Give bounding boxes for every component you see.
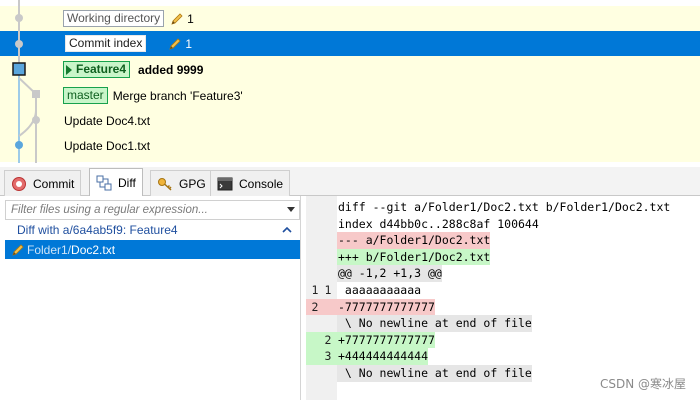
diff-line-text: index d44bb0c..288c8af 100644 [338, 216, 539, 231]
line-numbers: 11 [306, 282, 337, 299]
diff-line-text: -7777777777777 [337, 298, 435, 316]
line-numbers [306, 365, 337, 382]
commit-message: Update Doc4.txt [64, 113, 151, 128]
current-branch-arrow-icon [66, 64, 72, 75]
tab-label: Diff [118, 176, 136, 190]
modified-file-icon [12, 243, 24, 256]
working-directory-label: Working directory [63, 10, 165, 27]
branch-label-master[interactable]: master [63, 87, 108, 104]
line-numbers [306, 265, 337, 282]
graph-row-commit-index[interactable]: Commit index 1 [0, 31, 700, 56]
commit-index-label: Commit index [65, 35, 147, 52]
branch-name: Feature4 [76, 62, 127, 76]
line-numbers: 3 [306, 348, 337, 365]
diff-line-text: @@ -1,2 +1,3 @@ [337, 265, 442, 282]
tab-label: GPG [179, 176, 206, 191]
filter-dropdown-button[interactable] [284, 201, 298, 219]
line-numbers: 2 [306, 331, 337, 349]
diff-group-label: Diff with a/6a4ab5f9: Feature4 [17, 223, 178, 237]
old-line-number: 2 [311, 299, 319, 314]
file-directory: Folder1/ [27, 242, 72, 257]
graph-row-commit[interactable]: Update Doc4.txt [0, 108, 700, 133]
diff-line-text: +++ b/Folder1/Doc2.txt [337, 248, 491, 266]
file-name: Doc2.txt [71, 242, 116, 257]
new-line-number: 3 [324, 349, 332, 364]
tab-commit[interactable]: Commit [4, 170, 82, 196]
file-filter-box[interactable] [5, 200, 300, 220]
graph-row-commit[interactable]: Update Doc1.txt [0, 133, 700, 158]
tab-console[interactable]: Console [210, 170, 291, 196]
graph-row-commit[interactable]: Feature4 added 9999 [0, 57, 700, 82]
tab-label: Commit [33, 176, 75, 191]
line-numbers [306, 249, 337, 266]
line-numbers [306, 199, 337, 216]
working-directory-count: 1 [187, 11, 194, 26]
line-numbers [306, 216, 337, 233]
line-numbers: 2 [306, 298, 337, 316]
old-line-number: 1 [311, 283, 319, 297]
diff-viewer[interactable]: diff --git a/Folder1/Doc2.txt b/Folder1/… [306, 196, 700, 400]
chevron-up-icon[interactable] [280, 223, 294, 237]
branch-label-feature4[interactable]: Feature4 [63, 61, 131, 78]
file-filter-input[interactable] [6, 201, 284, 219]
line-numbers [306, 315, 337, 332]
graph-row-commit[interactable]: master Merge branch 'Feature3' [0, 83, 700, 108]
watermark: CSDN @寒冰屋 [599, 377, 686, 391]
file-list-item[interactable]: Folder1/ Doc2.txt [5, 240, 300, 259]
diff-line-text: diff --git a/Folder1/Doc2.txt b/Folder1/… [338, 200, 671, 214]
revision-graph: Working directory 1 Commit index 1 Featu… [0, 0, 700, 163]
pencil-icon [169, 37, 181, 50]
diff-line-text: aaaaaaaaaaa [338, 283, 422, 297]
new-line-number: 1 [324, 283, 332, 297]
bottom-tabstrip: Commit Diff GPG Console [0, 167, 700, 197]
diff-line-text: +7777777777777 [337, 331, 435, 349]
console-icon [217, 177, 233, 190]
changed-files-pane: Diff with a/6a4ab5f9: Feature4 Folder1/ … [0, 196, 301, 400]
tab-label: Console [239, 176, 284, 191]
diff-icon [96, 175, 112, 191]
commit-icon [12, 176, 26, 191]
key-icon [158, 177, 172, 191]
graph-lanes [12, 0, 40, 163]
commit-message: Merge branch 'Feature3' [112, 88, 243, 103]
chevron-down-icon [287, 207, 295, 212]
tab-diff[interactable]: Diff [89, 168, 143, 197]
line-numbers [306, 232, 337, 249]
commit-message: Update Doc1.txt [64, 138, 151, 153]
tab-gpg[interactable]: GPG [150, 170, 213, 196]
commit-message: added 9999 [138, 62, 204, 77]
new-line-number: 2 [324, 332, 332, 347]
diff-group-header[interactable]: Diff with a/6a4ab5f9: Feature4 [5, 221, 300, 239]
diff-line-text: --- a/Folder1/Doc2.txt [337, 232, 491, 249]
diff-line-text: \ No newline at end of file [337, 365, 532, 382]
diff-line-text: +444444444444 [337, 348, 429, 365]
commit-index-count: 1 [185, 36, 193, 51]
graph-row-working-directory[interactable]: Working directory 1 [0, 6, 700, 31]
diff-line-text: \ No newline at end of file [337, 315, 532, 332]
pencil-icon [171, 12, 183, 25]
